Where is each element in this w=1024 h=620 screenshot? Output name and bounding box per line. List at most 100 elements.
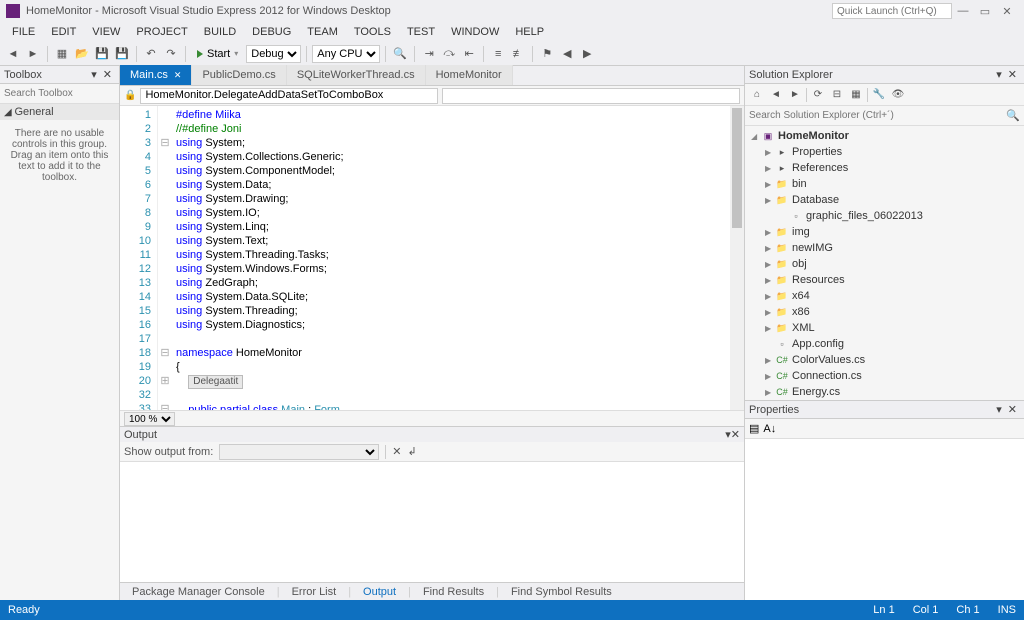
platform-select[interactable]: Any CPU [312,45,380,63]
solution-explorer-search[interactable]: 🔍 [745,106,1024,126]
props-categorized-button[interactable]: ▤ [749,422,759,435]
menu-help[interactable]: HELP [507,24,552,40]
se-preview-button[interactable]: 👁 [890,87,906,103]
tree-project-root[interactable]: ◢▣HomeMonitor [745,128,1024,144]
tree-item[interactable]: ▶C#ColorValues.cs [745,352,1024,368]
tree-item[interactable]: ▶📁XML [745,320,1024,336]
undo-button[interactable]: ↶ [142,45,160,63]
doc-tab[interactable]: SQLiteWorkerThread.cs [287,65,426,85]
se-search-input[interactable] [749,110,1006,121]
toolbox-search[interactable]: 🔍 [0,84,119,104]
toolbox-search-input[interactable] [4,88,136,99]
tree-item[interactable]: ▶📁x86 [745,304,1024,320]
prev-bookmark-button[interactable]: ◀ [558,45,576,63]
nav-back-button[interactable]: ◄ [4,45,22,63]
step-over-button[interactable]: ⤼ [440,45,458,63]
start-debug-button[interactable]: Start ▾ [191,48,244,60]
tree-item[interactable]: ▶📁Database [745,192,1024,208]
member-nav-combo[interactable] [442,88,740,104]
menu-view[interactable]: VIEW [84,24,128,40]
se-refresh-button[interactable]: ⟳ [810,87,826,103]
output-source-select[interactable] [219,444,379,460]
vertical-scrollbar[interactable] [730,106,744,410]
menu-tools[interactable]: TOOLS [346,24,399,40]
menu-project[interactable]: PROJECT [128,24,195,40]
tree-item[interactable]: ▫graphic_files_06022013 [745,208,1024,224]
se-back-button[interactable]: ◄ [768,87,784,103]
menu-debug[interactable]: DEBUG [244,24,299,40]
doc-tab[interactable]: Main.cs✕ [120,65,192,85]
toolbox-pin-button[interactable]: ▾ [88,68,100,81]
se-pin-button[interactable]: ▾ [993,68,1005,81]
save-button[interactable]: 💾 [93,45,111,63]
menu-file[interactable]: FILE [4,24,43,40]
tree-item[interactable]: ▶📁Resources [745,272,1024,288]
code-editor[interactable]: 1 2 3 4 5 6 7 8 9 10 11 12 13 14 15 16 1… [120,106,744,410]
bottom-tab[interactable]: Output [359,586,400,598]
toolbox-close-button[interactable]: ✕ [100,68,115,81]
bottom-tab[interactable]: Find Results [419,586,488,598]
toggle-bookmark-button[interactable]: ⚑ [538,45,556,63]
close-button[interactable]: ✕ [996,5,1018,18]
menu-team[interactable]: TEAM [299,24,346,40]
properties-body[interactable] [745,439,1024,600]
doc-tab[interactable]: HomeMonitor [426,65,513,85]
tree-item[interactable]: ▶📁bin [745,176,1024,192]
tree-item[interactable]: ▶📁newIMG [745,240,1024,256]
tree-item[interactable]: ▶📁obj [745,256,1024,272]
uncomment-button[interactable]: ≢ [509,45,527,63]
bottom-tab[interactable]: Package Manager Console [128,586,269,598]
menu-edit[interactable]: EDIT [43,24,84,40]
tree-item[interactable]: ▶📁img [745,224,1024,240]
nav-fwd-button[interactable]: ► [24,45,42,63]
tree-item[interactable]: ▫App.config [745,336,1024,352]
bottom-tab[interactable]: Error List [288,586,341,598]
tree-item[interactable]: ▶C#Energy.cs [745,384,1024,400]
minimize-button[interactable]: — [952,5,974,17]
output-close-button[interactable]: ✕ [731,428,740,441]
se-fwd-button[interactable]: ► [787,87,803,103]
tree-item[interactable]: ▶📁x64 [745,288,1024,304]
toolbox-group-general[interactable]: ◢ General [0,104,119,120]
next-bookmark-button[interactable]: ▶ [578,45,596,63]
open-button[interactable]: 📂 [73,45,91,63]
step-out-button[interactable]: ⇤ [460,45,478,63]
output-toggle-wrap-button[interactable]: ↲ [408,445,417,458]
tree-item[interactable]: ▶C#Connection.cs [745,368,1024,384]
solution-tree[interactable]: ◢▣HomeMonitor▶▸Properties▶▸References▶📁b… [745,126,1024,400]
fold-gutter[interactable]: ⊟ ⊟ ⊞ ⊟ ⊞ ⊞ ⊞ ⊞ ⊞ ⊞ ⊞ ⊞ ⊞ ⊞ [158,106,172,410]
zoom-select[interactable]: 100 % [124,412,175,426]
new-project-button[interactable]: ▦ [53,45,71,63]
menu-build[interactable]: BUILD [196,24,244,40]
se-collapse-button[interactable]: ⊟ [829,87,845,103]
tree-item[interactable]: ▶▸Properties [745,144,1024,160]
tree-item[interactable]: ▶▸References [745,160,1024,176]
start-label: Start [207,48,230,60]
props-pin-button[interactable]: ▾ [993,403,1005,416]
config-select[interactable]: Debug [246,45,301,63]
doc-tab[interactable]: PublicDemo.cs [192,65,286,85]
se-close-button[interactable]: ✕ [1005,68,1020,81]
redo-button[interactable]: ↷ [162,45,180,63]
menu-window[interactable]: WINDOW [443,24,507,40]
type-nav-combo[interactable]: HomeMonitor.DelegateAddDataSetToComboBox [140,88,438,104]
menu-test[interactable]: TEST [399,24,443,40]
save-all-button[interactable]: 💾 [113,45,131,63]
step-into-button[interactable]: ⇥ [420,45,438,63]
code-area[interactable]: #define Miika //#define Joni using Syste… [172,106,744,410]
output-body[interactable] [120,462,744,582]
props-close-button[interactable]: ✕ [1005,403,1020,416]
maximize-button[interactable]: ▭ [974,5,996,18]
solution-explorer-header: Solution Explorer ▾ ✕ [745,66,1024,84]
output-clear-button[interactable]: ✕ [392,445,401,458]
quick-launch-input[interactable] [832,3,952,19]
scrollbar-thumb[interactable] [732,108,742,228]
find-button[interactable]: 🔍 [391,45,409,63]
props-alpha-button[interactable]: A↓ [763,423,776,435]
se-properties-button[interactable]: 🔧 [871,87,887,103]
bottom-tab[interactable]: Find Symbol Results [507,586,616,598]
comment-button[interactable]: ≡ [489,45,507,63]
tab-close-icon[interactable]: ✕ [174,70,182,81]
se-home-button[interactable]: ⌂ [749,87,765,103]
se-show-all-button[interactable]: ▦ [848,87,864,103]
